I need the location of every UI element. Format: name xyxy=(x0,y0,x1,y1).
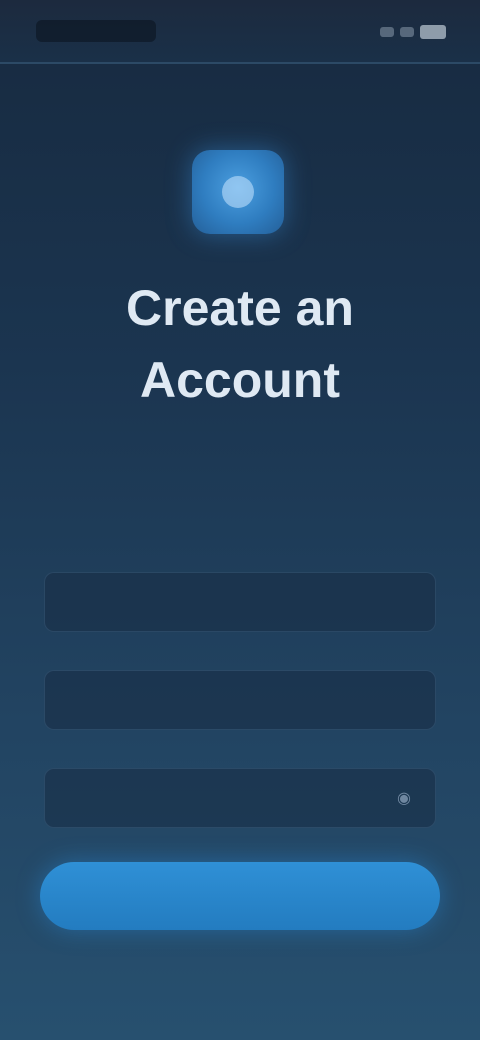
password-field[interactable]: ◉ xyxy=(44,768,436,828)
status-time xyxy=(36,20,156,42)
app-logo xyxy=(192,150,284,234)
eye-icon[interactable]: ◉ xyxy=(391,788,417,810)
email-input[interactable] xyxy=(45,671,435,729)
page-title: Create an Account xyxy=(126,280,354,408)
status-icons xyxy=(354,24,446,40)
signal-icon xyxy=(380,27,394,37)
password-input[interactable] xyxy=(45,769,435,827)
battery-icon xyxy=(420,25,446,39)
sign-up-button[interactable] xyxy=(40,862,440,930)
name-field[interactable] xyxy=(44,572,436,632)
wifi-icon xyxy=(400,27,414,37)
name-input[interactable] xyxy=(45,573,435,631)
status-bar xyxy=(0,0,480,64)
app-logo-icon xyxy=(222,176,254,208)
email-field[interactable] xyxy=(44,670,436,730)
